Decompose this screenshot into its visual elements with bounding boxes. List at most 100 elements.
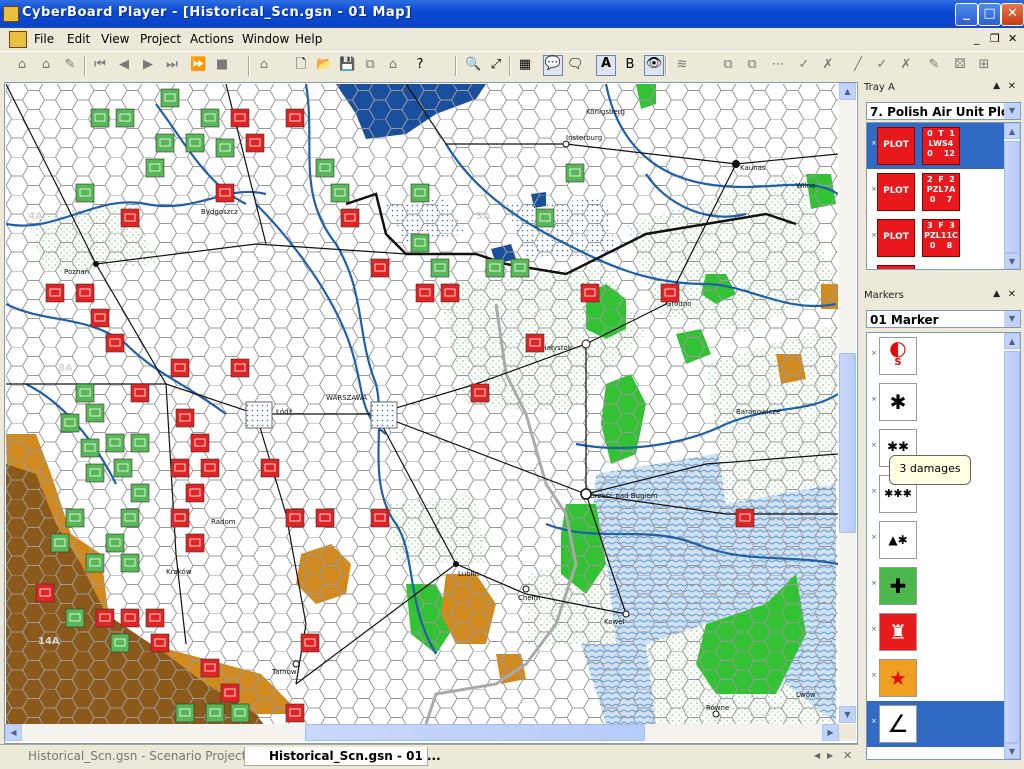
- polish-unit-counter[interactable]: [175, 408, 195, 428]
- german-unit-counter[interactable]: [410, 183, 430, 203]
- german-unit-counter[interactable]: [535, 208, 555, 228]
- app-icon[interactable]: [3, 6, 19, 22]
- polish-unit-counter[interactable]: [525, 333, 545, 353]
- german-unit-counter[interactable]: [85, 403, 105, 423]
- cancel-icon[interactable]: ✗: [820, 57, 836, 73]
- pieces-icon[interactable]: ⧉: [720, 57, 736, 73]
- markers-panel-close-icon[interactable]: ✕: [1008, 289, 1016, 300]
- german-unit-counter[interactable]: [160, 88, 180, 108]
- speech-bubble-icon[interactable]: 💬: [543, 55, 563, 76]
- polish-unit-counter[interactable]: [185, 533, 205, 553]
- pencil-off-icon[interactable]: ✎: [926, 57, 942, 73]
- minimize-button[interactable]: _: [955, 3, 978, 26]
- mdi-minimize-button[interactable]: _: [974, 32, 980, 45]
- german-unit-counter[interactable]: [85, 463, 105, 483]
- polish-unit-counter[interactable]: [285, 703, 305, 723]
- tab-map[interactable]: Historical_Scn.gsn - 01 ...: [244, 747, 441, 766]
- german-unit-counter[interactable]: [510, 258, 530, 278]
- tab-scenario-project[interactable]: Historical_Scn.gsn - Scenario Project: [28, 747, 246, 766]
- marker-item[interactable]: × ✚: [867, 563, 1005, 609]
- markers-panel-minimize-icon[interactable]: ▲: [993, 289, 1000, 299]
- german-unit-counter[interactable]: [115, 108, 135, 128]
- scroll-down-icon[interactable]: ▼: [1004, 743, 1020, 759]
- polish-unit-counter[interactable]: [580, 283, 600, 303]
- german-unit-counter[interactable]: [130, 433, 150, 453]
- polish-unit-counter[interactable]: [120, 208, 140, 228]
- line-icon[interactable]: ╱: [850, 57, 866, 73]
- text-b-icon[interactable]: B: [622, 57, 638, 73]
- tray-panel-close-icon[interactable]: ✕: [1008, 81, 1016, 92]
- polish-unit-counter[interactable]: [170, 458, 190, 478]
- tab-scroll-left-icon[interactable]: ◀: [814, 751, 820, 760]
- polish-unit-counter[interactable]: [370, 508, 390, 528]
- polish-unit-counter[interactable]: [120, 608, 140, 628]
- copy-icon[interactable]: ⧉: [362, 57, 378, 73]
- tools-icon[interactable]: ✎: [62, 57, 78, 73]
- grid-select-icon[interactable]: ⊞: [976, 57, 992, 73]
- polish-unit-counter[interactable]: [35, 583, 55, 603]
- marker-scrollbar[interactable]: ▲ ▼: [1004, 333, 1020, 759]
- map-grid-icon[interactable]: ▦: [517, 57, 533, 73]
- german-unit-counter[interactable]: [175, 703, 195, 723]
- german-unit-counter[interactable]: [85, 553, 105, 573]
- german-unit-counter[interactable]: [80, 438, 100, 458]
- polish-unit-counter[interactable]: [185, 483, 205, 503]
- german-unit-counter[interactable]: [230, 703, 250, 723]
- paste-icon[interactable]: ⌂: [385, 57, 401, 73]
- game-map[interactable]: Bydgoszcz Poznań Łódź WARSZAWA Białystok…: [6, 84, 838, 724]
- scroll-up-icon[interactable]: ▲: [839, 83, 856, 100]
- polish-unit-counter[interactable]: [660, 283, 680, 303]
- text-a-icon[interactable]: A: [596, 55, 616, 76]
- german-unit-counter[interactable]: [130, 483, 150, 503]
- maximize-button[interactable]: □: [978, 3, 1001, 26]
- polish-unit-counter[interactable]: [45, 283, 65, 303]
- tray-item[interactable]: [867, 261, 1005, 269]
- german-unit-counter[interactable]: [120, 553, 140, 573]
- polish-unit-counter[interactable]: [315, 508, 335, 528]
- polish-unit-counter[interactable]: [245, 133, 265, 153]
- dice-icon[interactable]: ⚄: [952, 57, 968, 73]
- home-disabled-icon[interactable]: ⌂: [256, 57, 272, 73]
- marker-set-select[interactable]: 01 Marker ▼: [866, 310, 1021, 328]
- german-unit-counter[interactable]: [205, 703, 225, 723]
- menu-edit[interactable]: Edit: [67, 32, 90, 46]
- polish-unit-counter[interactable]: [370, 258, 390, 278]
- prev-move-icon[interactable]: ◀: [116, 57, 132, 73]
- menu-file[interactable]: File: [34, 32, 54, 46]
- german-unit-counter[interactable]: [50, 533, 70, 553]
- doc-icon[interactable]: [9, 31, 27, 48]
- german-unit-counter[interactable]: [110, 633, 130, 653]
- check-icon[interactable]: ✓: [796, 57, 812, 73]
- german-unit-counter[interactable]: [65, 508, 85, 528]
- scroll-up-icon[interactable]: ▲: [1004, 123, 1020, 139]
- scroll-left-icon[interactable]: ◀: [5, 724, 22, 741]
- polish-unit-counter[interactable]: [735, 508, 755, 528]
- german-unit-counter[interactable]: [410, 233, 430, 253]
- tray-list[interactable]: × PLOT 0 T 1 LWS4 0 12 × PLOT 2 F 2 PZL7…: [866, 122, 1021, 270]
- stop-icon[interactable]: ■: [214, 57, 230, 73]
- menu-view[interactable]: View: [101, 32, 129, 46]
- next-move-icon[interactable]: ▶: [140, 57, 156, 73]
- menu-project[interactable]: Project: [140, 32, 181, 46]
- german-unit-counter[interactable]: [145, 158, 165, 178]
- polish-unit-counter[interactable]: [215, 183, 235, 203]
- link-icon[interactable]: ⋯: [770, 57, 786, 73]
- german-unit-counter[interactable]: [215, 138, 235, 158]
- polish-unit-counter[interactable]: [285, 108, 305, 128]
- polish-unit-counter[interactable]: [440, 283, 460, 303]
- german-unit-counter[interactable]: [330, 183, 350, 203]
- tray-scroll-thumb[interactable]: [1004, 141, 1020, 253]
- german-unit-counter[interactable]: [75, 183, 95, 203]
- polish-unit-counter[interactable]: [75, 283, 95, 303]
- help-pointer-icon[interactable]: ?: [412, 57, 428, 73]
- german-unit-counter[interactable]: [185, 133, 205, 153]
- german-unit-counter[interactable]: [200, 108, 220, 128]
- line-cancel-icon[interactable]: ✗: [898, 57, 914, 73]
- marker-item[interactable]: × ▲✱: [867, 517, 1005, 563]
- marker-item[interactable]: × ✱: [867, 379, 1005, 425]
- german-unit-counter[interactable]: [315, 158, 335, 178]
- polish-unit-counter[interactable]: [415, 283, 435, 303]
- map-canvas[interactable]: Bydgoszcz Poznań Łódź WARSZAWA Białystok…: [6, 84, 838, 724]
- stack-icon[interactable]: ≋: [674, 57, 690, 73]
- german-unit-counter[interactable]: [105, 533, 125, 553]
